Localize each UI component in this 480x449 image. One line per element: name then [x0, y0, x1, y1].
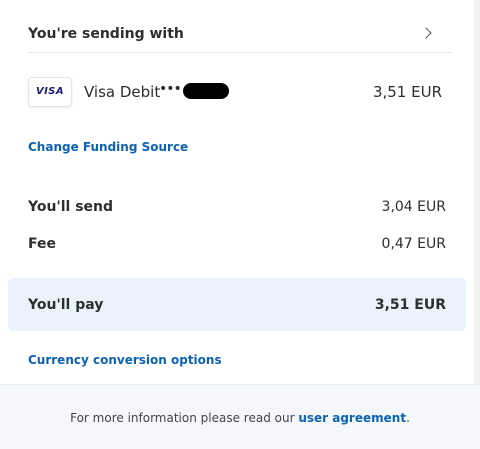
footer: For more information please read our use… — [0, 384, 480, 449]
you-send-label: You'll send — [28, 199, 114, 215]
visa-logo-icon: VISA — [28, 77, 72, 107]
you-pay-summary: You'll pay 3,51 EUR — [8, 278, 466, 331]
fee-label: Fee — [28, 236, 56, 252]
user-agreement-link[interactable]: user agreement — [298, 411, 406, 425]
scrollbar-track[interactable] — [474, 0, 480, 384]
footer-text-after: . — [406, 411, 410, 425]
card-name: Visa Debit — [84, 83, 161, 101]
funding-source-row: VISA Visa Debit ••• 3,51 EUR — [28, 77, 448, 107]
you-send-value: 3,04 EUR — [381, 199, 446, 215]
funding-selector-row[interactable]: You're sending with — [28, 20, 452, 53]
fee-value: 0,47 EUR — [381, 236, 446, 252]
card-number-redacted — [183, 83, 229, 99]
you-pay-value: 3,51 EUR — [374, 297, 446, 313]
change-funding-source-link[interactable]: Change Funding Source — [28, 140, 188, 154]
footer-text: For more information please read our use… — [0, 411, 480, 425]
visa-logo-text: VISA — [35, 86, 64, 97]
chevron-right-icon[interactable] — [420, 27, 432, 39]
card-mask: ••• — [159, 81, 182, 97]
footer-text-before: For more information please read our — [70, 411, 299, 425]
top-spacer — [0, 0, 480, 6]
funding-amount: 3,51 EUR — [372, 83, 442, 101]
you-pay-label: You'll pay — [28, 297, 104, 313]
currency-conversion-link[interactable]: Currency conversion options — [28, 353, 222, 367]
sending-with-heading: You're sending with — [28, 26, 184, 42]
